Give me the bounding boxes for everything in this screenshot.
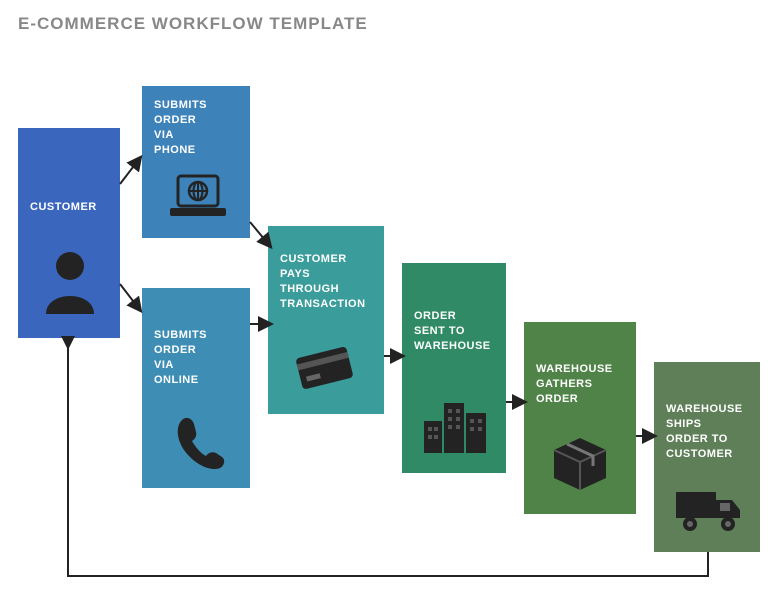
delivery-truck-icon bbox=[674, 486, 744, 534]
box-warehouse-ships: WAREHOUSE SHIPS ORDER TO CUSTOMER bbox=[654, 362, 760, 552]
laptop-globe-icon bbox=[170, 172, 226, 222]
box-submits-phone: SUBMITS ORDER VIA PHONE bbox=[142, 86, 250, 238]
box-customer: CUSTOMER bbox=[18, 128, 120, 338]
buildings-icon bbox=[422, 391, 488, 453]
box-customer-pays-label: CUSTOMER PAYS THROUGH TRANSACTION bbox=[280, 252, 372, 311]
box-warehouse-gathers: WAREHOUSE GATHERS ORDER bbox=[524, 322, 636, 514]
box-customer-label: CUSTOMER bbox=[30, 200, 108, 215]
box-submits-online-label: SUBMITS ORDER VIA ONLINE bbox=[154, 328, 238, 387]
box-warehouse-ships-label: WAREHOUSE SHIPS ORDER TO CUSTOMER bbox=[666, 402, 748, 461]
box-warehouse-gathers-label: WAREHOUSE GATHERS ORDER bbox=[536, 362, 624, 407]
credit-card-icon bbox=[292, 342, 356, 390]
box-order-warehouse-label: ORDER SENT TO WAREHOUSE bbox=[414, 309, 494, 354]
box-customer-pays: CUSTOMER PAYS THROUGH TRANSACTION bbox=[268, 226, 384, 414]
workflow-canvas: E-COMMERCE WORKFLOW TEMPLATE CUSTOMER SU… bbox=[0, 0, 780, 610]
box-order-warehouse: ORDER SENT TO WAREHOUSE bbox=[402, 263, 506, 473]
diagram-title: E-COMMERCE WORKFLOW TEMPLATE bbox=[18, 14, 368, 34]
package-box-icon bbox=[550, 434, 610, 494]
person-icon bbox=[42, 250, 98, 314]
box-submits-online: SUBMITS ORDER VIA ONLINE bbox=[142, 288, 250, 488]
telephone-icon bbox=[170, 414, 226, 470]
box-submits-phone-label: SUBMITS ORDER VIA PHONE bbox=[154, 98, 238, 157]
